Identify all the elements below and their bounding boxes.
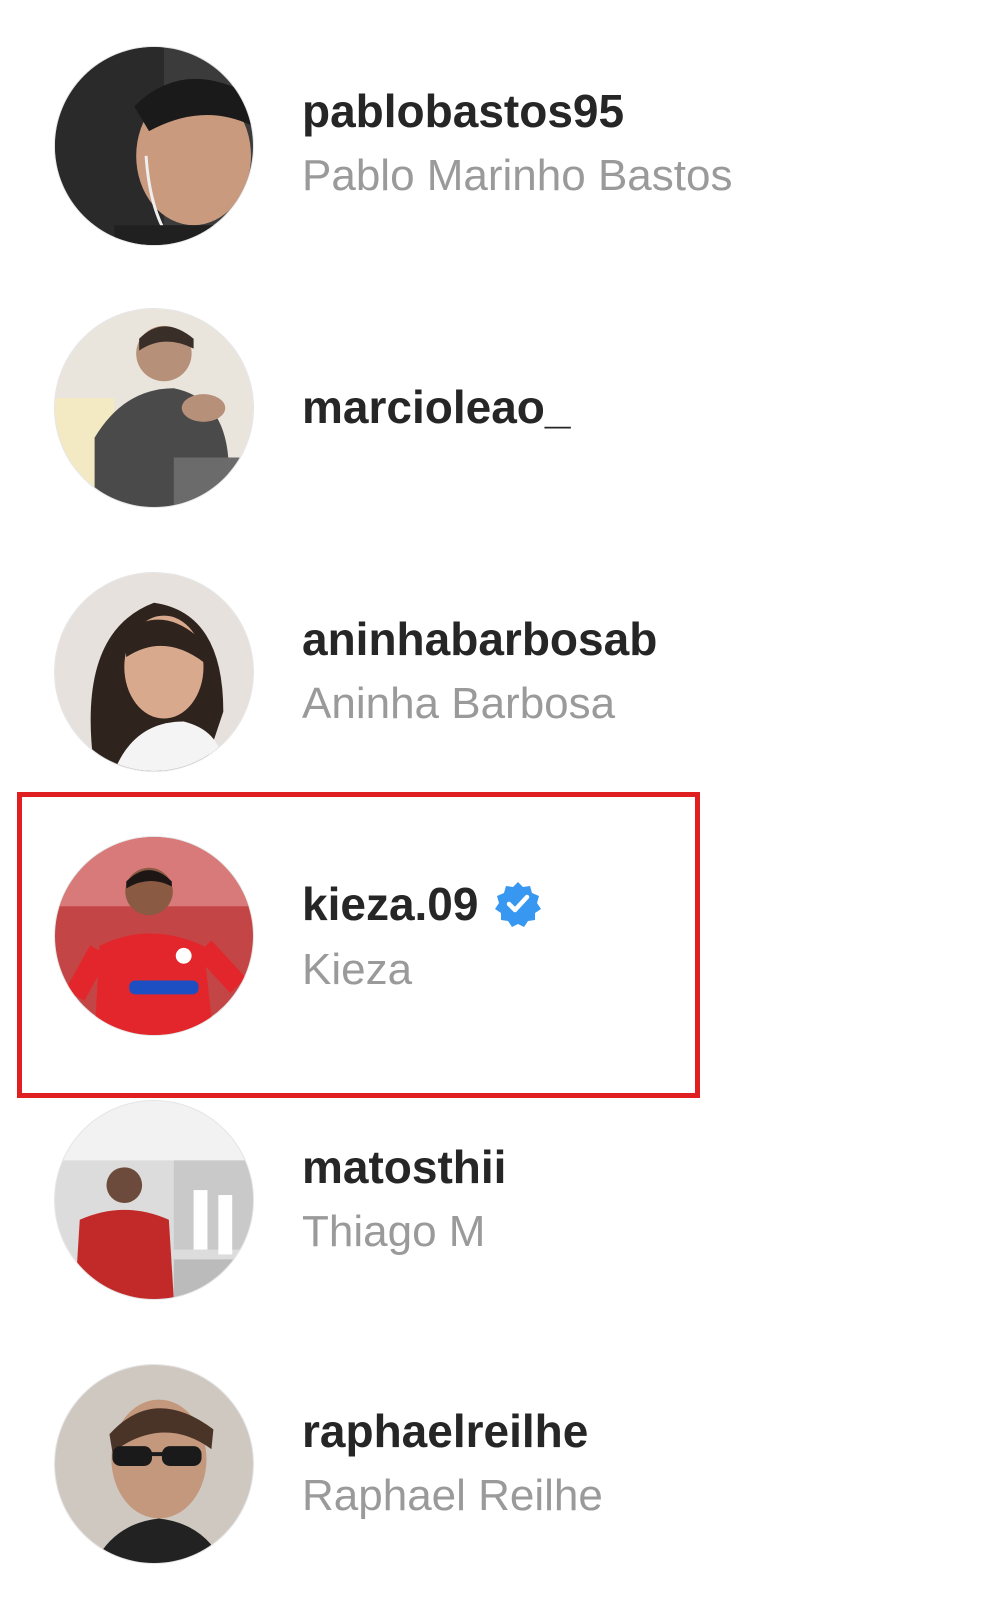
account-row-pablobastos95[interactable]: pablobastos95 Pablo Marinho Bastos [0,36,984,256]
username: pablobastos95 [302,85,625,137]
username: matosthii [302,1141,507,1193]
account-row-marcioleao[interactable]: marcioleao_ [0,300,984,520]
avatar-kieza[interactable] [54,836,254,1036]
username: marcioleao_ [302,381,571,433]
account-text: raphaelreilhe Raphael Reilhe [302,1408,603,1518]
verified-badge-icon [494,880,542,928]
avatar-aninhabarbosab[interactable] [54,572,254,772]
account-text: matosthii Thiago M [302,1144,506,1254]
account-text: marcioleao_ [302,384,570,430]
avatar-marcioleao[interactable] [54,308,254,508]
account-text: pablobastos95 Pablo Marinho Bastos [302,88,732,198]
username: aninhabarbosab [302,613,658,665]
full-name: Kieza [302,945,413,994]
account-row-matosthii[interactable]: matosthii Thiago M [0,1092,984,1312]
avatar-raphaelreilhe[interactable] [54,1364,254,1564]
full-name: Pablo Marinho Bastos [302,151,733,200]
account-text: aninhabarbosab Aninha Barbosa [302,616,657,726]
avatar-matosthii[interactable] [54,1100,254,1300]
account-text: kieza.09 Kieza [302,880,542,992]
username: raphaelreilhe [302,1405,589,1457]
account-list: pablobastos95 Pablo Marinho Bastos marci… [0,0,984,1623]
full-name: Thiago M [302,1207,486,1256]
account-row-raphaelreilhe[interactable]: raphaelreilhe Raphael Reilhe [0,1356,984,1576]
full-name: Aninha Barbosa [302,679,616,728]
avatar-pablobastos95[interactable] [54,46,254,246]
account-row-aninhabarbosab[interactable]: aninhabarbosab Aninha Barbosa [0,564,984,784]
username: kieza.09 [302,880,542,928]
account-row-kieza[interactable]: kieza.09 Kieza [0,828,984,1048]
full-name: Raphael Reilhe [302,1471,603,1520]
